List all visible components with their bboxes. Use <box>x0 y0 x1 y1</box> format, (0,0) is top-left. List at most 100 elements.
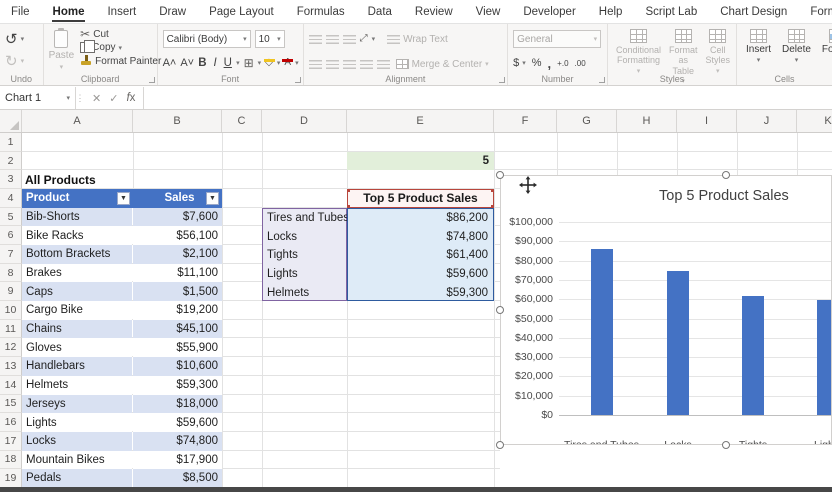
top5-title-cell[interactable]: Top 5 Product Sales <box>347 189 494 208</box>
row-header-18[interactable]: 18 <box>0 451 22 470</box>
merge-center-button[interactable]: Merge & Center▾ <box>396 59 489 70</box>
column-header-E[interactable]: E <box>347 110 494 132</box>
sales-cell[interactable]: $19,200 <box>133 301 222 320</box>
row-header-12[interactable]: 12 <box>0 338 22 357</box>
column-header-C[interactable]: C <box>222 110 262 132</box>
row-header-19[interactable]: 19 <box>0 469 22 488</box>
insert-cells-button[interactable]: Insert▾ <box>742 29 775 64</box>
product-cell[interactable]: Cargo Bike <box>22 301 132 320</box>
product-cell[interactable]: Lights <box>22 413 132 432</box>
sales-cell[interactable]: $2,100 <box>133 245 222 264</box>
chart-title[interactable]: Top 5 Product Sales <box>659 188 789 204</box>
product-cell[interactable]: Mountain Bikes <box>22 451 132 470</box>
selection-handle[interactable] <box>722 171 730 179</box>
product-cell[interactable]: Pedals <box>22 469 132 488</box>
column-header-J[interactable]: J <box>737 110 797 132</box>
column-header-I[interactable]: I <box>677 110 737 132</box>
product-cell[interactable]: Bike Racks <box>22 226 132 245</box>
table-header-product[interactable]: Product▼ <box>22 189 133 208</box>
row-header-9[interactable]: 9 <box>0 282 22 301</box>
table-header-sales[interactable]: Sales▼ <box>133 189 222 208</box>
sales-cell[interactable]: $8,500 <box>133 469 222 488</box>
top5-name-cell[interactable]: Lights <box>263 265 359 284</box>
format-cells-button[interactable]: Format▾ <box>818 29 832 64</box>
sales-filter-icon[interactable]: ▼ <box>206 192 219 205</box>
column-header-F[interactable]: F <box>494 110 557 132</box>
sales-cell[interactable]: $18,000 <box>133 395 222 414</box>
column-header-A[interactable]: A <box>22 110 133 132</box>
top5-value-cell[interactable]: $74,800 <box>348 227 492 246</box>
top5-value-cell[interactable]: $59,300 <box>348 283 492 302</box>
row-header-2[interactable]: 2 <box>0 152 22 171</box>
fill-color-button[interactable]: ◇ <box>265 58 273 68</box>
top5-name-cell[interactable]: Tires and Tubes <box>263 209 359 228</box>
cell-styles-button[interactable]: Cell Styles▾ <box>703 29 734 76</box>
grow-font-button[interactable]: A˄ <box>163 57 177 69</box>
font-name-select[interactable]: Calibri (Body)▾ <box>163 30 251 48</box>
row-header-10[interactable]: 10 <box>0 301 22 320</box>
menu-tab-developer[interactable]: Developer <box>522 3 576 21</box>
menu-tab-help[interactable]: Help <box>598 3 624 21</box>
product-filter-icon[interactable]: ▼ <box>117 192 130 205</box>
conditional-formatting-button[interactable]: Conditional Formatting▾ <box>613 29 664 76</box>
menu-tab-file[interactable]: File <box>10 3 31 21</box>
italic-button[interactable]: I <box>211 57 220 69</box>
top5-value-cell[interactable]: $61,400 <box>348 246 492 265</box>
product-cell[interactable]: Bottom Brackets <box>22 245 132 264</box>
align-bottom-icon[interactable] <box>343 35 356 44</box>
column-header-B[interactable]: B <box>133 110 222 132</box>
top-n-input-cell[interactable]: 5 <box>347 152 494 171</box>
sales-cell[interactable]: $1,500 <box>133 282 222 301</box>
column-header-K[interactable]: K <box>797 110 832 132</box>
product-cell[interactable]: Locks <box>22 432 132 451</box>
chart-bar[interactable] <box>742 296 764 415</box>
row-header-5[interactable]: 5 <box>0 208 22 227</box>
increase-indent-icon[interactable] <box>377 60 390 69</box>
orientation-icon[interactable]: ⤢ <box>360 34 368 44</box>
sales-cell[interactable]: $74,800 <box>133 432 222 451</box>
selection-handle[interactable] <box>722 441 730 449</box>
formula-input[interactable] <box>144 87 832 109</box>
row-header-17[interactable]: 17 <box>0 432 22 451</box>
chart-bar[interactable] <box>817 300 832 415</box>
name-box[interactable]: Chart 1▾ <box>0 87 76 109</box>
paste-button[interactable]: Paste▾ <box>49 28 75 71</box>
row-header-11[interactable]: 11 <box>0 320 22 339</box>
borders-button[interactable]: ⊞ <box>244 57 254 69</box>
menu-tab-home[interactable]: Home <box>52 3 86 21</box>
chart-bar[interactable] <box>667 271 689 415</box>
top5-name-cell[interactable]: Locks <box>263 227 359 246</box>
sales-cell[interactable]: $59,600 <box>133 413 222 432</box>
decrease-decimal-button[interactable]: .00 <box>575 59 586 68</box>
align-top-icon[interactable] <box>309 35 322 44</box>
product-cell[interactable]: Bib-Shorts <box>22 208 132 227</box>
align-right-icon[interactable] <box>343 60 356 69</box>
selection-handle[interactable] <box>496 171 504 179</box>
font-color-button[interactable]: A <box>284 58 291 68</box>
percent-style-button[interactable]: % <box>532 57 542 69</box>
select-all-corner[interactable] <box>0 110 22 132</box>
redo-button[interactable]: ↻▾ <box>5 52 24 70</box>
comma-style-button[interactable]: , <box>548 56 552 71</box>
bold-button[interactable]: B <box>198 57 207 69</box>
wrap-text-button[interactable]: Wrap Text <box>387 34 448 45</box>
menu-tab-script-lab[interactable]: Script Lab <box>644 3 698 21</box>
product-cell[interactable]: Handlebars <box>22 357 132 376</box>
copy-button[interactable]: Copy▾ <box>80 42 161 53</box>
sales-cell[interactable]: $11,100 <box>133 264 222 283</box>
menu-tab-draw[interactable]: Draw <box>158 3 187 21</box>
row-header-3[interactable]: 3 <box>0 170 22 189</box>
menu-tab-formulas[interactable]: Formulas <box>296 3 346 21</box>
cut-button[interactable]: ✂Cut <box>80 28 161 40</box>
name-box-splitter[interactable]: ⋮ <box>76 87 84 109</box>
product-cell[interactable]: Brakes <box>22 264 132 283</box>
row-header-8[interactable]: 8 <box>0 264 22 283</box>
sales-cell[interactable]: $55,900 <box>133 338 222 357</box>
insert-function-icon[interactable]: fx <box>126 92 135 104</box>
enter-icon[interactable]: ✓ <box>109 92 118 105</box>
align-middle-icon[interactable] <box>326 35 339 44</box>
row-header-4[interactable]: 4 <box>0 189 22 208</box>
row-header-1[interactable]: 1 <box>0 133 22 152</box>
menu-tab-view[interactable]: View <box>475 3 502 21</box>
row-header-14[interactable]: 14 <box>0 376 22 395</box>
